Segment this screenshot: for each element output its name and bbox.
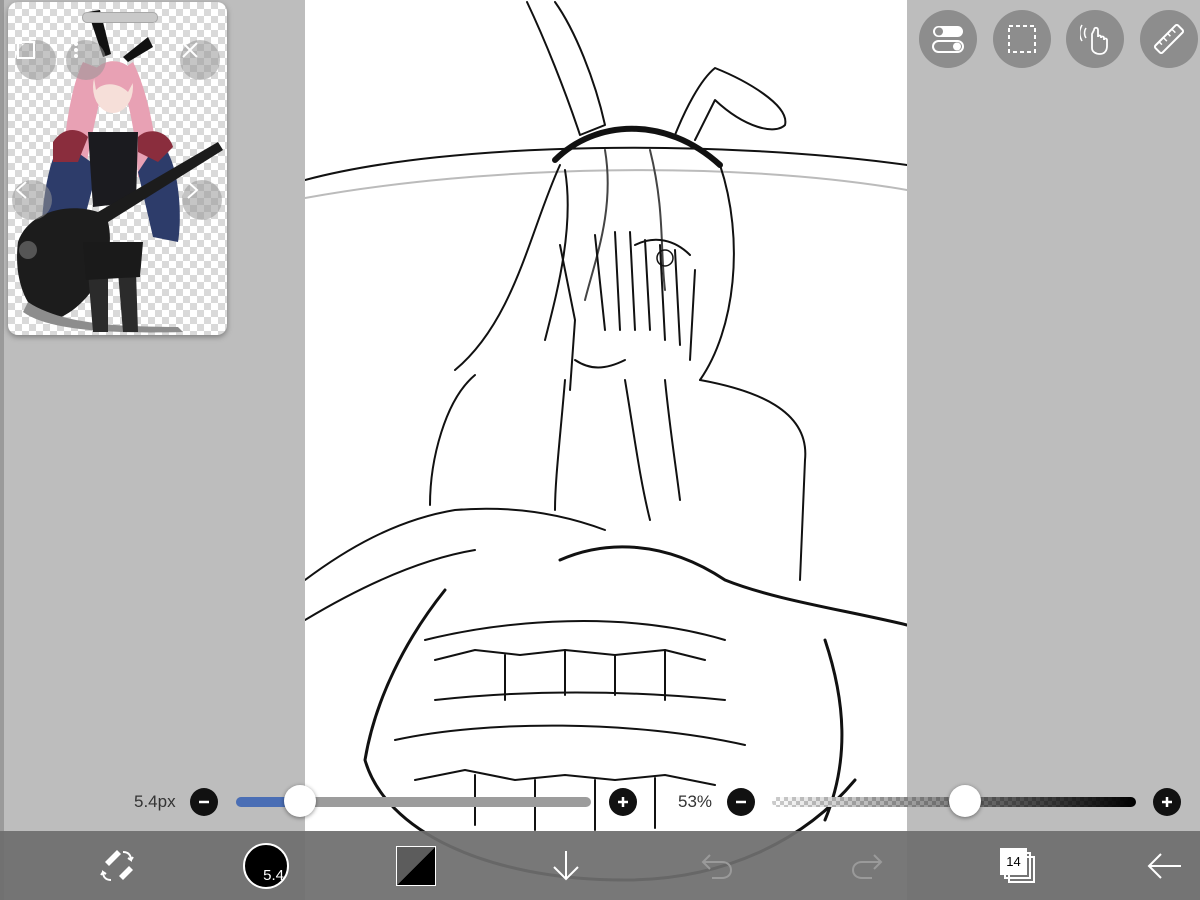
toggle-icon[interactable] (919, 10, 977, 68)
redo-icon[interactable] (844, 831, 890, 900)
brush-size-slider-thumb[interactable] (283, 785, 316, 817)
line-art-sketch (305, 1, 907, 882)
fit-icon[interactable] (16, 40, 56, 80)
bottom-toolbar: 5.4 14 (0, 831, 1200, 900)
gesture-icon[interactable] (1066, 10, 1124, 68)
tool-swap-icon[interactable] (92, 831, 142, 900)
ruler-icon[interactable] (1140, 10, 1198, 68)
next-icon[interactable] (182, 180, 222, 220)
reference-drag-handle[interactable] (82, 12, 158, 23)
layers-icon[interactable]: 14 (996, 831, 1040, 900)
back-arrow-icon[interactable] (1142, 831, 1188, 900)
brush-size-label: 5.4px (134, 792, 176, 811)
opacity-slider-thumb[interactable] (948, 785, 981, 817)
reference-window[interactable] (8, 2, 227, 335)
window-edge (0, 0, 4, 900)
brush-size-value: 5.4 (263, 866, 284, 884)
opacity-plus-button[interactable] (1153, 788, 1181, 816)
opacity-label: 53% (678, 792, 713, 811)
selection-icon[interactable] (993, 10, 1051, 68)
undo-icon[interactable] (694, 831, 740, 900)
import-icon[interactable] (543, 831, 589, 900)
prev-icon[interactable] (12, 180, 52, 220)
close-icon[interactable] (180, 40, 220, 80)
color-icon[interactable] (392, 831, 440, 900)
opacity-minus-button[interactable] (727, 788, 755, 816)
layer-count: 14 (1006, 853, 1021, 869)
brush-size-icon[interactable]: 5.4 (240, 831, 292, 900)
drawing-canvas[interactable] (305, 0, 907, 900)
more-icon[interactable] (66, 40, 106, 80)
brush-size-minus-button[interactable] (190, 788, 218, 816)
brush-size-plus-button[interactable] (609, 788, 637, 816)
